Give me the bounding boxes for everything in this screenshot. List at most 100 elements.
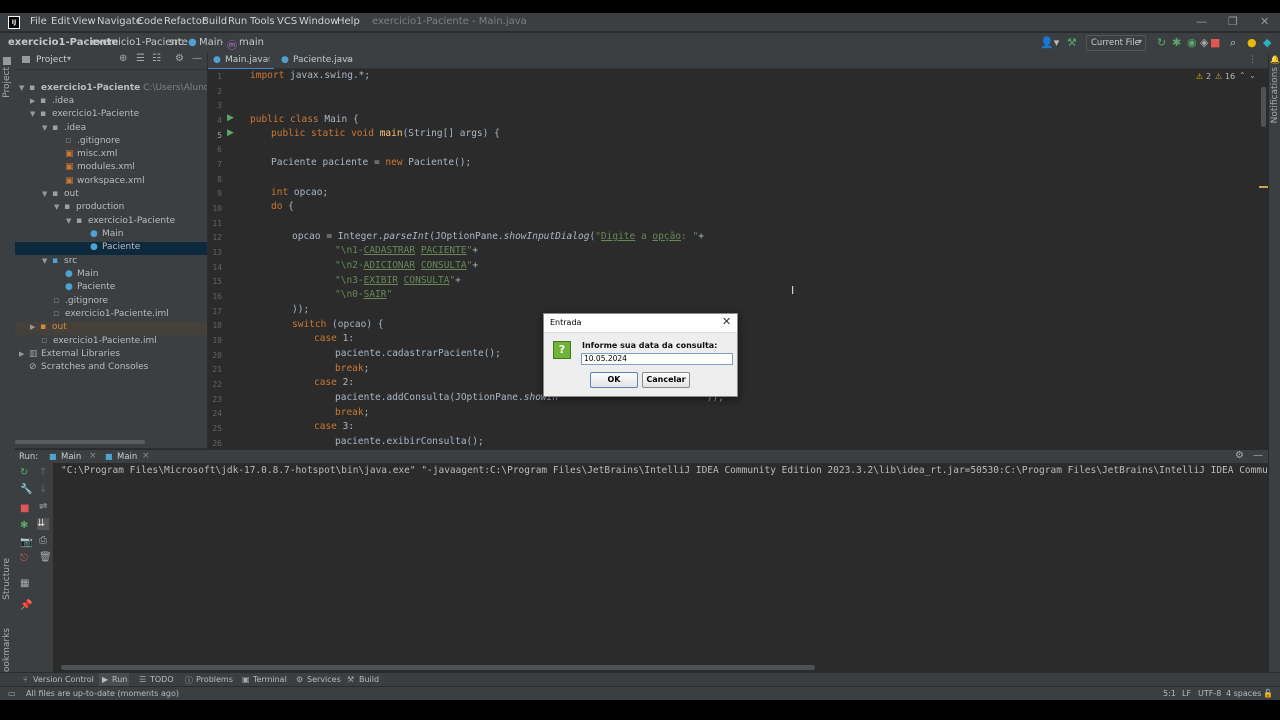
- coverage-icon[interactable]: ◉: [1187, 36, 1197, 49]
- tree-item-root-iml[interactable]: ▫ exercicio1-Paciente.iml: [41, 336, 157, 349]
- tree-item-src[interactable]: ▼ ▪ src: [42, 256, 77, 269]
- chevron-down-icon[interactable]: ⌄: [1249, 71, 1256, 80]
- run-gutter-icon[interactable]: ▶: [227, 113, 234, 123]
- tree-item-workspace-xml[interactable]: ▣ workspace.xml: [65, 176, 145, 189]
- tree-item-iml[interactable]: ▫ exercicio1-Paciente.iml: [53, 309, 169, 322]
- tree-item-prod-module[interactable]: ▼ ▪ exercicio1-Paciente: [66, 216, 175, 229]
- file-encoding[interactable]: UTF-8: [1198, 689, 1221, 698]
- user-icon[interactable]: 👤▾: [1040, 36, 1059, 49]
- maximize-icon[interactable]: ❐: [1228, 15, 1238, 28]
- breadcrumb-method[interactable]: main: [239, 37, 264, 48]
- tab-version-control[interactable]: Version Control: [33, 675, 94, 684]
- camera-icon[interactable]: 📷: [20, 537, 32, 548]
- warning-icon[interactable]: ⚠: [1196, 72, 1203, 81]
- down-arrow-icon[interactable]: ↓: [39, 484, 47, 495]
- ok-button[interactable]: OK: [590, 372, 638, 388]
- close-icon[interactable]: ✕: [722, 315, 731, 328]
- wrench-icon[interactable]: 🔧: [20, 484, 32, 495]
- menu-build[interactable]: Build: [202, 16, 227, 27]
- notifications-tool-label[interactable]: Notifications: [1270, 67, 1280, 123]
- debug-icon[interactable]: ✱: [1172, 36, 1181, 49]
- rerun-icon[interactable]: ↻: [1157, 36, 1166, 49]
- tree-item-src-paciente[interactable]: ● Paciente: [65, 282, 115, 295]
- stop-icon[interactable]: ■: [1210, 36, 1220, 49]
- menu-vcs[interactable]: VCS: [277, 16, 297, 27]
- close-tab-icon[interactable]: ×: [345, 55, 353, 65]
- tree-item-production[interactable]: ▼ ▪ production: [54, 202, 124, 215]
- tab-paciente-java[interactable]: ● Paciente.java ×: [276, 53, 356, 68]
- menu-file[interactable]: File: [30, 16, 47, 27]
- weak-warning-icon[interactable]: ⚠: [1215, 72, 1222, 81]
- project-tool-icon[interactable]: [3, 57, 11, 65]
- tree-item-idea[interactable]: ▶ ▪ .idea: [30, 96, 74, 109]
- gear-icon[interactable]: ⚙: [175, 53, 184, 64]
- close-tab-icon[interactable]: ×: [142, 451, 150, 461]
- tree-item-modules-xml[interactable]: ▣ modules.xml: [65, 162, 135, 175]
- close-icon[interactable]: ✕: [1260, 15, 1269, 28]
- tab-services[interactable]: Services: [307, 675, 341, 684]
- tree-item-external-libraries[interactable]: ▶ ▥ External Libraries: [19, 349, 120, 362]
- soft-wrap-icon[interactable]: ⇌: [39, 501, 47, 512]
- profile-icon[interactable]: ◈: [1200, 36, 1208, 49]
- tab-run[interactable]: ▶ Run: [99, 673, 129, 687]
- debug-icon[interactable]: ✱: [20, 520, 28, 531]
- tab-terminal[interactable]: Terminal: [253, 675, 287, 684]
- tree-item-idea-inner[interactable]: ▼ ▪ .idea: [42, 123, 86, 136]
- structure-tool-label[interactable]: Structure: [2, 558, 12, 600]
- editor-scrollbar[interactable]: [1259, 69, 1268, 449]
- layout-icon[interactable]: ▦: [20, 578, 29, 589]
- tree-item-gitignore[interactable]: ▫ .gitignore: [65, 136, 120, 149]
- gear-icon[interactable]: ⚙: [1235, 450, 1244, 461]
- project-panel-title[interactable]: Project: [36, 55, 67, 65]
- caret-position[interactable]: 5:1: [1163, 689, 1176, 698]
- hide-panel-icon[interactable]: —: [192, 53, 202, 64]
- menu-help[interactable]: Help: [337, 16, 360, 27]
- menu-edit[interactable]: Edit: [51, 16, 70, 27]
- dialog-title-bar[interactable]: Entrada ✕: [544, 314, 737, 333]
- menu-navigate[interactable]: Navigate: [97, 16, 142, 27]
- lock-icon[interactable]: 🔓: [1263, 689, 1273, 698]
- tab-todo[interactable]: TODO: [150, 675, 174, 684]
- tree-item-out-root[interactable]: ▶ ▪ out: [15, 322, 207, 335]
- menu-refactor[interactable]: Refactor: [164, 16, 206, 27]
- warning-marker[interactable]: [1259, 186, 1268, 188]
- tree-item-module[interactable]: ▼ ▪ exercicio1-Paciente: [30, 109, 139, 122]
- bookmarks-tool-label[interactable]: Bookmarks: [2, 628, 12, 678]
- tree-item-scratches[interactable]: ⊘ Scratches and Consoles: [29, 362, 148, 375]
- tree-item-main-class[interactable]: ● Main: [90, 229, 124, 242]
- collapse-all-icon[interactable]: ☷: [152, 53, 161, 64]
- more-tabs-icon[interactable]: ⋮: [1248, 55, 1257, 65]
- ide-update-icon[interactable]: ●: [1247, 36, 1257, 49]
- code-editor[interactable]: import javax.swing.*; public class Main …: [246, 69, 1259, 449]
- tab-problems[interactable]: Problems: [196, 675, 233, 684]
- close-tab-icon[interactable]: ×: [264, 55, 272, 65]
- stop-icon[interactable]: ■: [20, 503, 29, 514]
- scrollbar-thumb[interactable]: [1261, 87, 1266, 127]
- build-hammer-icon[interactable]: ⚒: [1067, 36, 1077, 49]
- pin-icon[interactable]: 📌: [20, 600, 32, 611]
- print-icon[interactable]: ⎙: [39, 535, 47, 546]
- tree-item-misc-xml[interactable]: ▣ misc.xml: [65, 149, 117, 162]
- cancel-button[interactable]: Cancelar: [642, 372, 690, 388]
- tree-item-root[interactable]: ▼ ▪ exercicio1-Paciente C:\Users\Alunos\Do…: [19, 83, 207, 96]
- tree-item-gitignore-2[interactable]: ▫ .gitignore: [53, 296, 108, 309]
- tree-item-paciente-class-selected[interactable]: ● Paciente: [15, 242, 207, 255]
- console-scrollbar[interactable]: [61, 665, 815, 670]
- chevron-up-icon[interactable]: ⌃: [1239, 71, 1246, 80]
- line-separator[interactable]: LF: [1182, 689, 1191, 698]
- date-input[interactable]: 10.05.2024: [581, 353, 733, 365]
- menu-view[interactable]: View: [72, 16, 96, 27]
- trash-icon[interactable]: 🗑: [39, 552, 52, 563]
- run-config-selector[interactable]: Current File ▾: [1086, 35, 1146, 51]
- menu-run[interactable]: Run: [228, 16, 247, 27]
- tab-main-java[interactable]: ● Main.java ×: [208, 53, 274, 70]
- search-icon[interactable]: ⌕: [1230, 36, 1236, 50]
- menu-tools[interactable]: Tools: [250, 16, 275, 27]
- exit-icon[interactable]: ⎋: [20, 553, 28, 564]
- chevron-down-icon[interactable]: ▾: [67, 54, 71, 63]
- menu-code[interactable]: Code: [137, 16, 163, 27]
- tree-item-out[interactable]: ▼ ▪ out: [42, 189, 79, 202]
- run-tab-main-1[interactable]: Main: [61, 452, 81, 462]
- menu-window[interactable]: Window: [299, 16, 338, 27]
- run-gutter-icon[interactable]: ▶: [227, 128, 234, 138]
